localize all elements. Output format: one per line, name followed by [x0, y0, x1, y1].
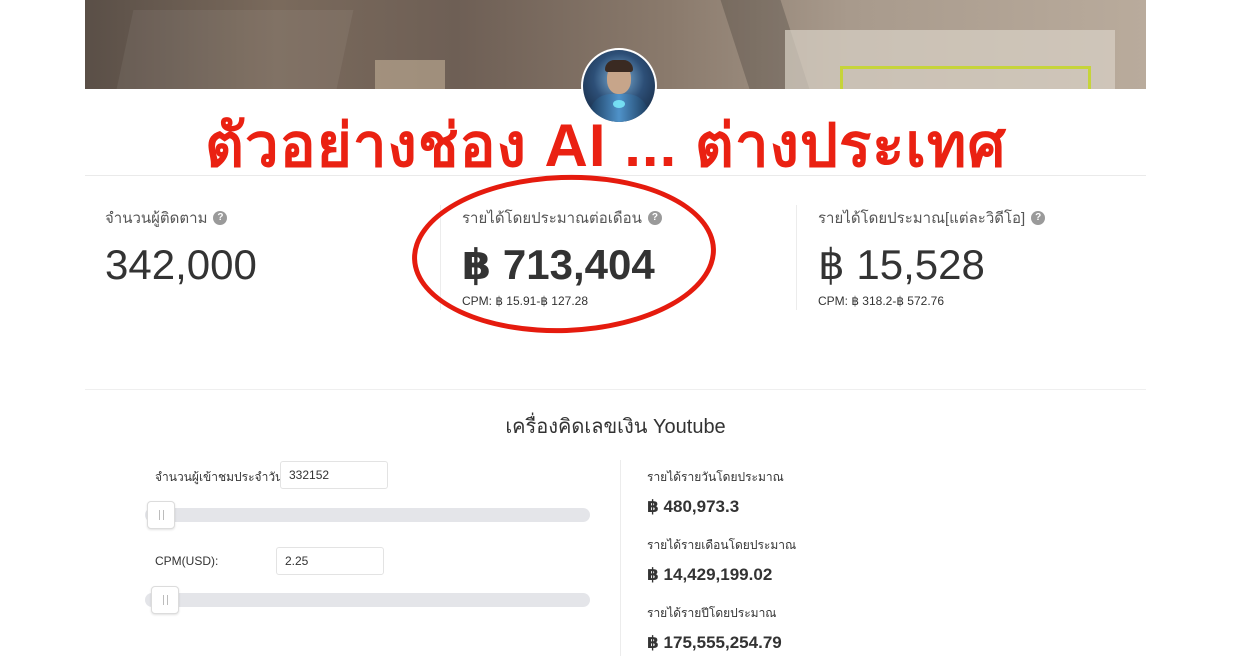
per-video-income-stat: รายได้โดยประมาณ[แต่ละวิดีโอ] ? ฿ 15,528 … — [818, 206, 1046, 308]
divider — [620, 460, 621, 656]
yearly-income-label: รายได้รายปีโดยประมาณ — [647, 606, 777, 620]
divider — [85, 389, 1146, 390]
daily-views-slider[interactable] — [145, 501, 590, 529]
cpm-label: CPM(USD): — [155, 554, 219, 568]
slider-grip-icon[interactable] — [147, 501, 175, 529]
cpm-slider[interactable] — [145, 586, 590, 614]
daily-income-value: ฿ 480,973.3 — [647, 497, 740, 516]
monthly-income-label: รายได้รายเดือนโดยประมาณ — [647, 538, 797, 552]
page: ตัวอย่างช่อง AI ... ต่างประเทศ จำนวนผู้ต… — [85, 0, 1146, 656]
highlight-circle — [409, 169, 719, 339]
daily-income-label: รายได้รายวันโดยประมาณ — [647, 470, 784, 484]
calculator-title: เครื่องคิดเลขเงิน Youtube — [505, 416, 726, 438]
subscriber-count-stat: จำนวนผู้ติดตาม ? 342,000 — [105, 206, 257, 290]
stat-value: 342,000 — [105, 241, 257, 288]
cpm-input[interactable] — [276, 547, 384, 575]
divider — [796, 205, 797, 310]
yearly-income-value: ฿ 175,555,254.79 — [647, 633, 782, 652]
help-icon[interactable]: ? — [213, 211, 228, 225]
cpm-range: CPM: ฿ 318.2-฿ 572.76 — [818, 294, 944, 308]
stat-label: จำนวนผู้ติดตาม — [105, 210, 208, 227]
slider-grip-icon[interactable] — [151, 586, 179, 614]
divider — [85, 175, 1146, 176]
daily-views-label: จำนวนผู้เข้าชมประจำวัน: — [155, 470, 287, 484]
monthly-income-value: ฿ 14,429,199.02 — [647, 565, 773, 584]
help-icon[interactable]: ? — [1031, 211, 1046, 225]
stat-label: รายได้โดยประมาณ[แต่ละวิดีโอ] — [818, 210, 1026, 227]
daily-views-input[interactable] — [280, 461, 388, 489]
overlay-headline: ตัวอย่างช่อง AI ... ต่างประเทศ — [205, 112, 1007, 179]
stat-value: ฿ 15,528 — [818, 241, 985, 288]
